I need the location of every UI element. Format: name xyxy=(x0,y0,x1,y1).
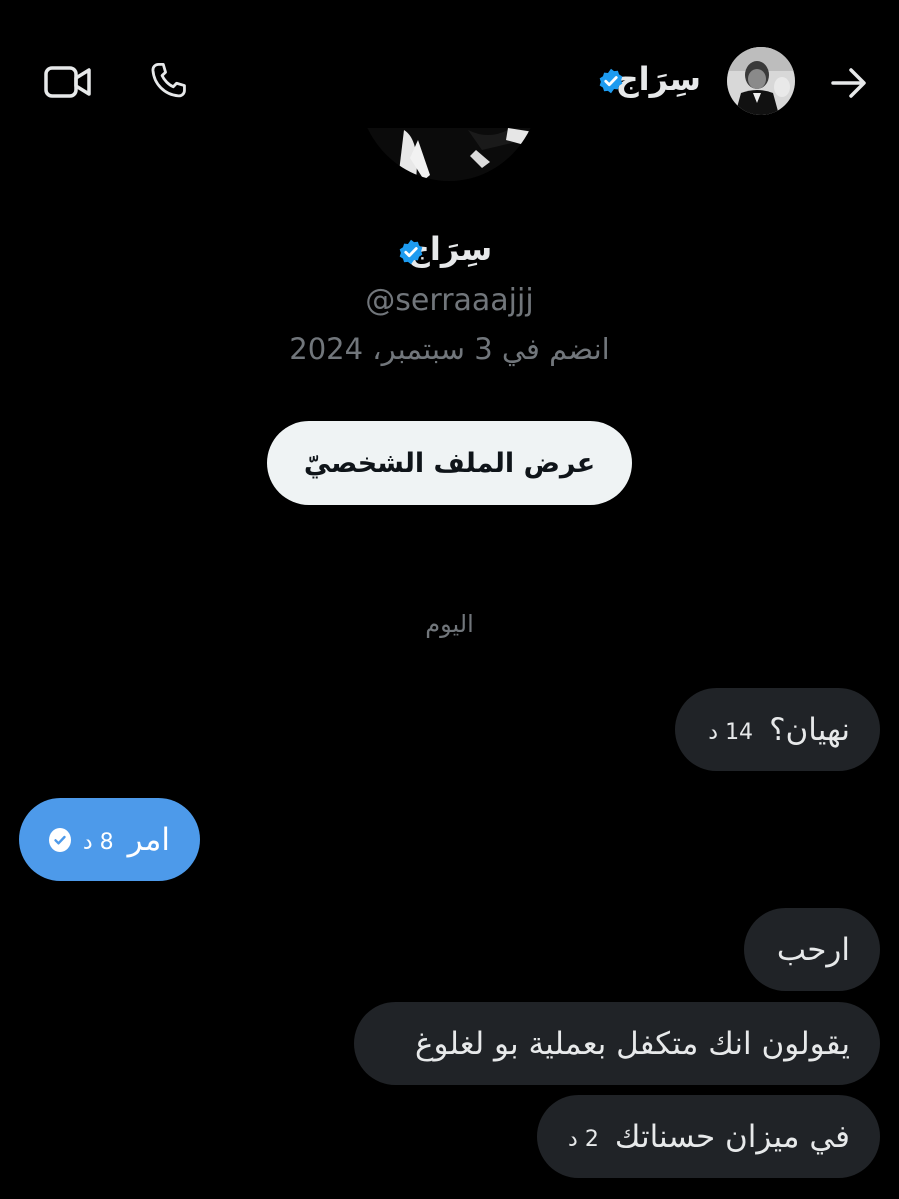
message-bubble-sent[interactable]: امر 8 د xyxy=(19,798,200,881)
back-button[interactable] xyxy=(826,60,872,106)
message-time: 2 د xyxy=(568,1127,599,1152)
view-profile-button[interactable]: عرض الملف الشخصيّ xyxy=(267,421,632,505)
message-time: 8 د xyxy=(82,830,114,855)
arrow-right-icon xyxy=(831,68,866,98)
message-text: يقولون انك متكفل بعملية بو لغلوغ xyxy=(415,1025,850,1062)
header-name-text: سِرَاج xyxy=(615,60,701,98)
message-bubble[interactable]: في ميزان حسناتك 2 د xyxy=(537,1095,880,1178)
message-bubble[interactable]: نهيان؟ 14 د xyxy=(675,688,880,771)
day-separator: اليوم xyxy=(425,610,474,638)
message-bubble[interactable]: يقولون انك متكفل بعملية بو لغلوغ xyxy=(354,1002,880,1085)
message-text: امر xyxy=(127,821,170,858)
header-title[interactable]: سِرَاج xyxy=(616,60,701,98)
message-time: 14 د xyxy=(708,720,754,745)
phone-icon xyxy=(151,62,186,98)
verified-badge-icon xyxy=(597,67,625,95)
voice-call-button[interactable] xyxy=(143,56,193,106)
profile-verified-badge-icon xyxy=(397,238,425,266)
profile-joined-date: انضم في 3 سبتمبر، 2024 xyxy=(289,332,610,366)
message-text: ارحب xyxy=(776,931,850,968)
video-call-button[interactable] xyxy=(40,58,96,106)
video-icon xyxy=(44,66,91,98)
top-bar: سِرَاج xyxy=(0,0,899,130)
message-bubble[interactable]: ارحب xyxy=(744,908,880,991)
profile-handle: @serraaajjj xyxy=(365,283,534,318)
message-text: في ميزان حسناتك xyxy=(614,1118,850,1155)
profile-name: سِرَاج xyxy=(0,230,899,268)
message-text: نهيان؟ xyxy=(769,711,850,748)
header-avatar[interactable] xyxy=(727,47,795,115)
read-check-icon xyxy=(49,827,71,852)
